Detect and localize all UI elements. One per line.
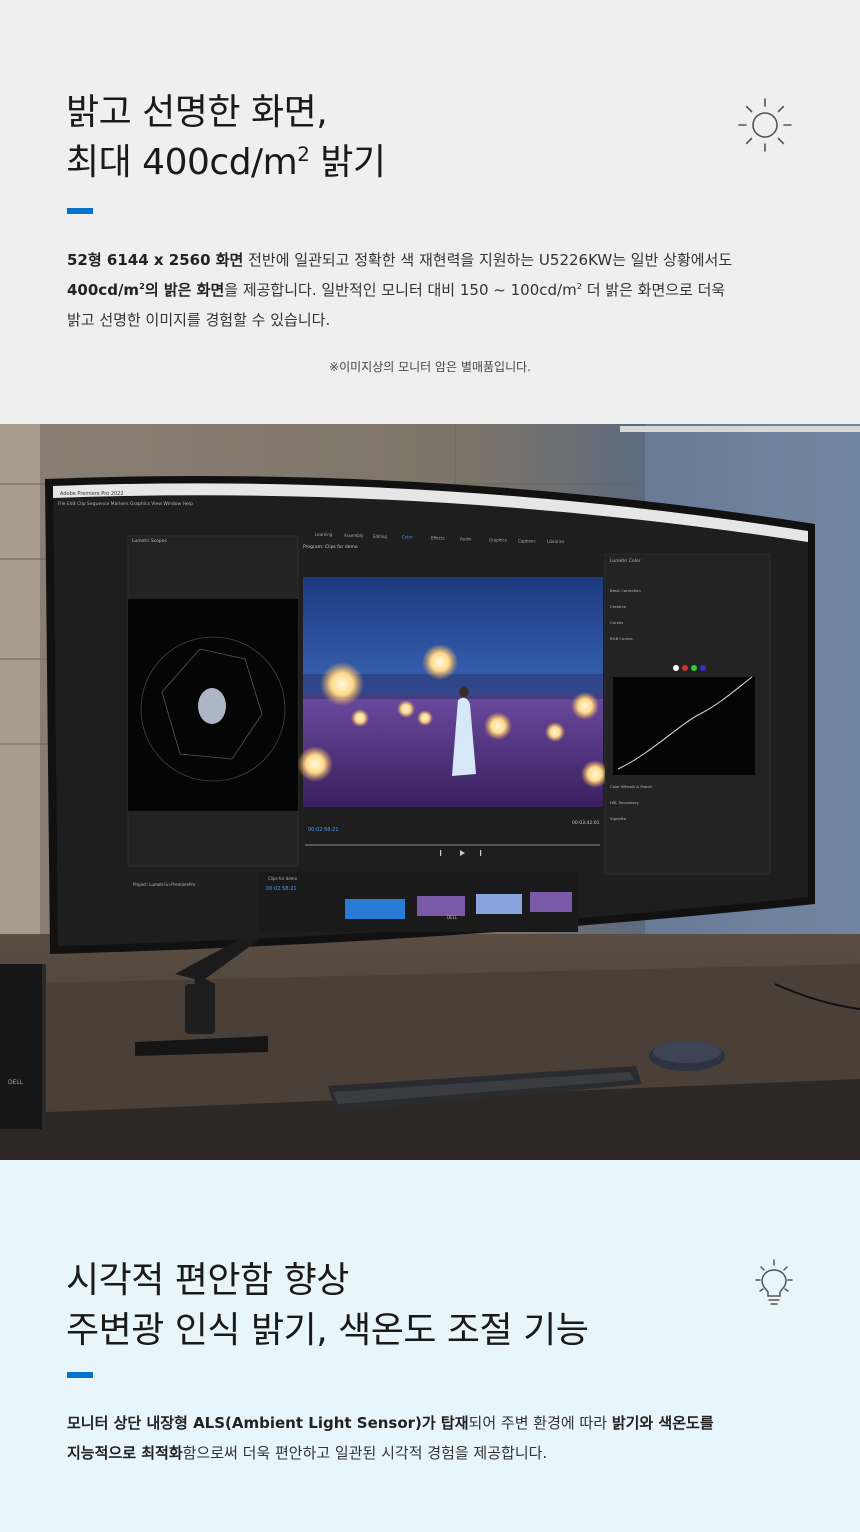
accent-bar bbox=[67, 1372, 93, 1378]
brightness-description: 52형 6144 x 2560 화면 전반에 일관되고 정확한 색 재현력을 지… bbox=[67, 251, 733, 329]
comfort-headline: 시각적 편안함 향상 주변광 인식 밝기, 색온도 조절 기능 bbox=[66, 1256, 589, 1356]
workspace-tab-assembly[interactable]: Assembly bbox=[344, 533, 364, 538]
lumetri-panel-item[interactable]: Creative bbox=[610, 604, 627, 609]
end-timecode: 00:03:42:01 bbox=[572, 820, 600, 826]
lumetri-panel-item[interactable]: RGB Curves bbox=[610, 636, 633, 641]
product-photo: Adobe Premiere Pro 2022 File Edit Clip S… bbox=[0, 424, 860, 1160]
window-title: Adobe Premiere Pro 2022 bbox=[60, 491, 124, 497]
lumetri-panel-item[interactable]: Basic Correction bbox=[610, 588, 641, 593]
workspace-tab-learning[interactable]: Learning bbox=[315, 532, 333, 537]
monitor-desk-scene: Adobe Premiere Pro 2022 File Edit Clip S… bbox=[0, 424, 860, 1160]
workspace-tab-color[interactable]: Color bbox=[402, 535, 413, 540]
workspace-tab-graphics[interactable]: Graphics bbox=[489, 537, 507, 542]
scopes-label: Lumetri Scopes bbox=[132, 538, 167, 544]
pc-brand: DELL bbox=[8, 1079, 24, 1086]
lumetri-panel-item[interactable]: Vignette bbox=[610, 816, 627, 821]
bezel-brand: DELL bbox=[447, 915, 458, 920]
lumetri-panel-item[interactable]: Curves bbox=[610, 620, 623, 625]
brightness-headline: 밝고 선명한 화면, 최대 400cd/m2 밝기 bbox=[66, 88, 386, 188]
comfort-description: 모니터 상단 내장형 ALS(Ambient Light Sensor)가 탑재… bbox=[67, 1414, 714, 1462]
workspace-tab-libraries[interactable]: Libraries bbox=[547, 539, 564, 544]
headline-line-1: 밝고 선명한 화면, bbox=[66, 92, 328, 133]
workspace-tab-captions[interactable]: Captions bbox=[518, 538, 536, 543]
lightbulb-icon bbox=[755, 1259, 793, 1305]
timeline-timecode: 00:02:58:21 bbox=[266, 886, 297, 892]
workspace-tab-effects[interactable]: Effects bbox=[431, 536, 445, 541]
sun-icon bbox=[738, 98, 792, 152]
lumetri-panel-item[interactable]: HSL Secondary bbox=[610, 800, 639, 805]
workspace-tab-editing[interactable]: Editing bbox=[373, 534, 387, 539]
lumetri-panel-item[interactable]: Color Wheels & Match bbox=[610, 784, 653, 789]
sequence-label: Clips for demo bbox=[268, 876, 298, 881]
lumetri-label: Lumetri Color bbox=[610, 558, 641, 564]
project-label: Project: Lumetri-in-PremierePro bbox=[133, 882, 196, 887]
accent-bar bbox=[67, 208, 93, 214]
timecode: 00:02:58:21 bbox=[308, 827, 339, 833]
comfort-section: 시각적 편안함 향상 주변광 인식 밝기, 색온도 조절 기능 모니터 상단 내… bbox=[0, 1160, 860, 1532]
headline-line-2: 최대 400cd/m2 밝기 bbox=[66, 142, 386, 183]
brightness-section: 밝고 선명한 화면, 최대 400cd/m2 밝기 52형 6144 x 256… bbox=[0, 0, 860, 424]
program-label: Program: Clips for demo bbox=[303, 544, 358, 550]
headline-line-1: 시각적 편안함 향상 bbox=[66, 1260, 349, 1301]
headline-line-2: 주변광 인식 밝기, 색온도 조절 기능 bbox=[66, 1310, 589, 1351]
monitor-arm-note: ※이미지상의 모니터 암은 별매품입니다. bbox=[329, 360, 531, 374]
workspace-tab-audio[interactable]: Audio bbox=[460, 537, 472, 542]
menu-bar: File Edit Clip Sequence Markers Graphics… bbox=[58, 501, 193, 507]
